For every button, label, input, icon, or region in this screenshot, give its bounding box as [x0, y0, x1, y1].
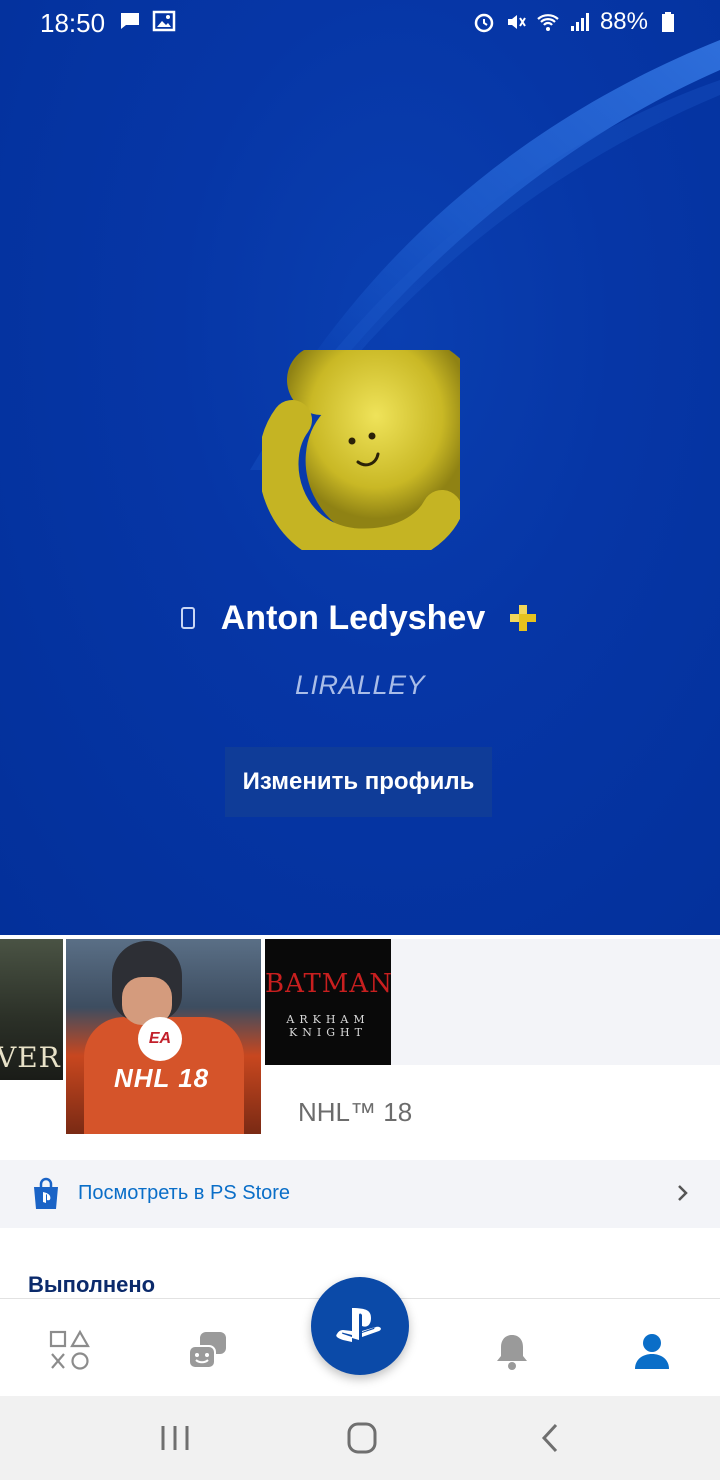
battery-icon	[662, 12, 674, 32]
selected-game-title: NHL™ 18	[298, 1097, 413, 1127]
profile-name-row: Anton Ledyshev	[0, 592, 720, 644]
mute-icon	[507, 15, 526, 29]
battery-percent: 88%	[599, 8, 648, 35]
wifi-icon	[537, 14, 559, 31]
home-icon[interactable]	[342, 1422, 382, 1454]
ps-store-bag-icon	[34, 1177, 58, 1209]
batman-arkham-knight-cover[interactable]: BATMAN ARKHAM KNIGHT	[265, 939, 391, 1065]
games-tab-icon[interactable]	[48, 1329, 92, 1373]
signal-icon	[570, 13, 589, 31]
image-icon	[152, 10, 176, 32]
playstation-home-button[interactable]	[311, 1277, 409, 1375]
ps-plus-icon	[510, 605, 537, 631]
profile-header: 18:50 88% Anton Ledyshev LIRALLEY Измени…	[0, 0, 720, 935]
completed-section-heading: Выполнено	[28, 1272, 156, 1297]
alarm-icon	[474, 13, 494, 33]
notifications-tab-icon[interactable]	[490, 1329, 534, 1373]
avatar[interactable]	[262, 350, 460, 550]
system-navigation-bar	[0, 1396, 720, 1480]
nhl-18-cover[interactable]: EA NHL 18	[66, 939, 261, 1134]
edit-profile-button[interactable]: Изменить профиль	[225, 747, 492, 817]
chat-bubble-icon	[121, 13, 139, 29]
games-strip-background	[391, 939, 720, 1065]
back-icon[interactable]	[530, 1422, 570, 1454]
partial-game-cover[interactable]: VER.	[0, 939, 63, 1080]
nhl-18-cover-label: NHL 18	[114, 1063, 210, 1093]
ps-store-link[interactable]: Посмотреть в PS Store	[0, 1160, 720, 1228]
status-time: 18:50	[40, 8, 106, 38]
chevron-right-icon	[678, 1185, 688, 1201]
recent-games: VER. EA NHL 18 BATMAN ARKHAM KNIGHT NHL™…	[0, 935, 720, 1160]
status-bar: 18:50 88%	[0, 0, 720, 44]
recent-apps-icon[interactable]	[155, 1422, 195, 1454]
playstation-logo-icon	[336, 1308, 381, 1342]
ea-sports-badge: EA	[138, 1017, 182, 1061]
psn-online-id: LIRALLEY	[294, 670, 426, 700]
friends-tab-icon[interactable]	[186, 1329, 230, 1373]
mobile-device-icon	[180, 607, 195, 629]
profile-tab-icon[interactable]	[630, 1329, 674, 1373]
profile-name: Anton Ledyshev	[220, 598, 486, 637]
ps-store-label: Посмотреть в PS Store	[78, 1182, 291, 1204]
